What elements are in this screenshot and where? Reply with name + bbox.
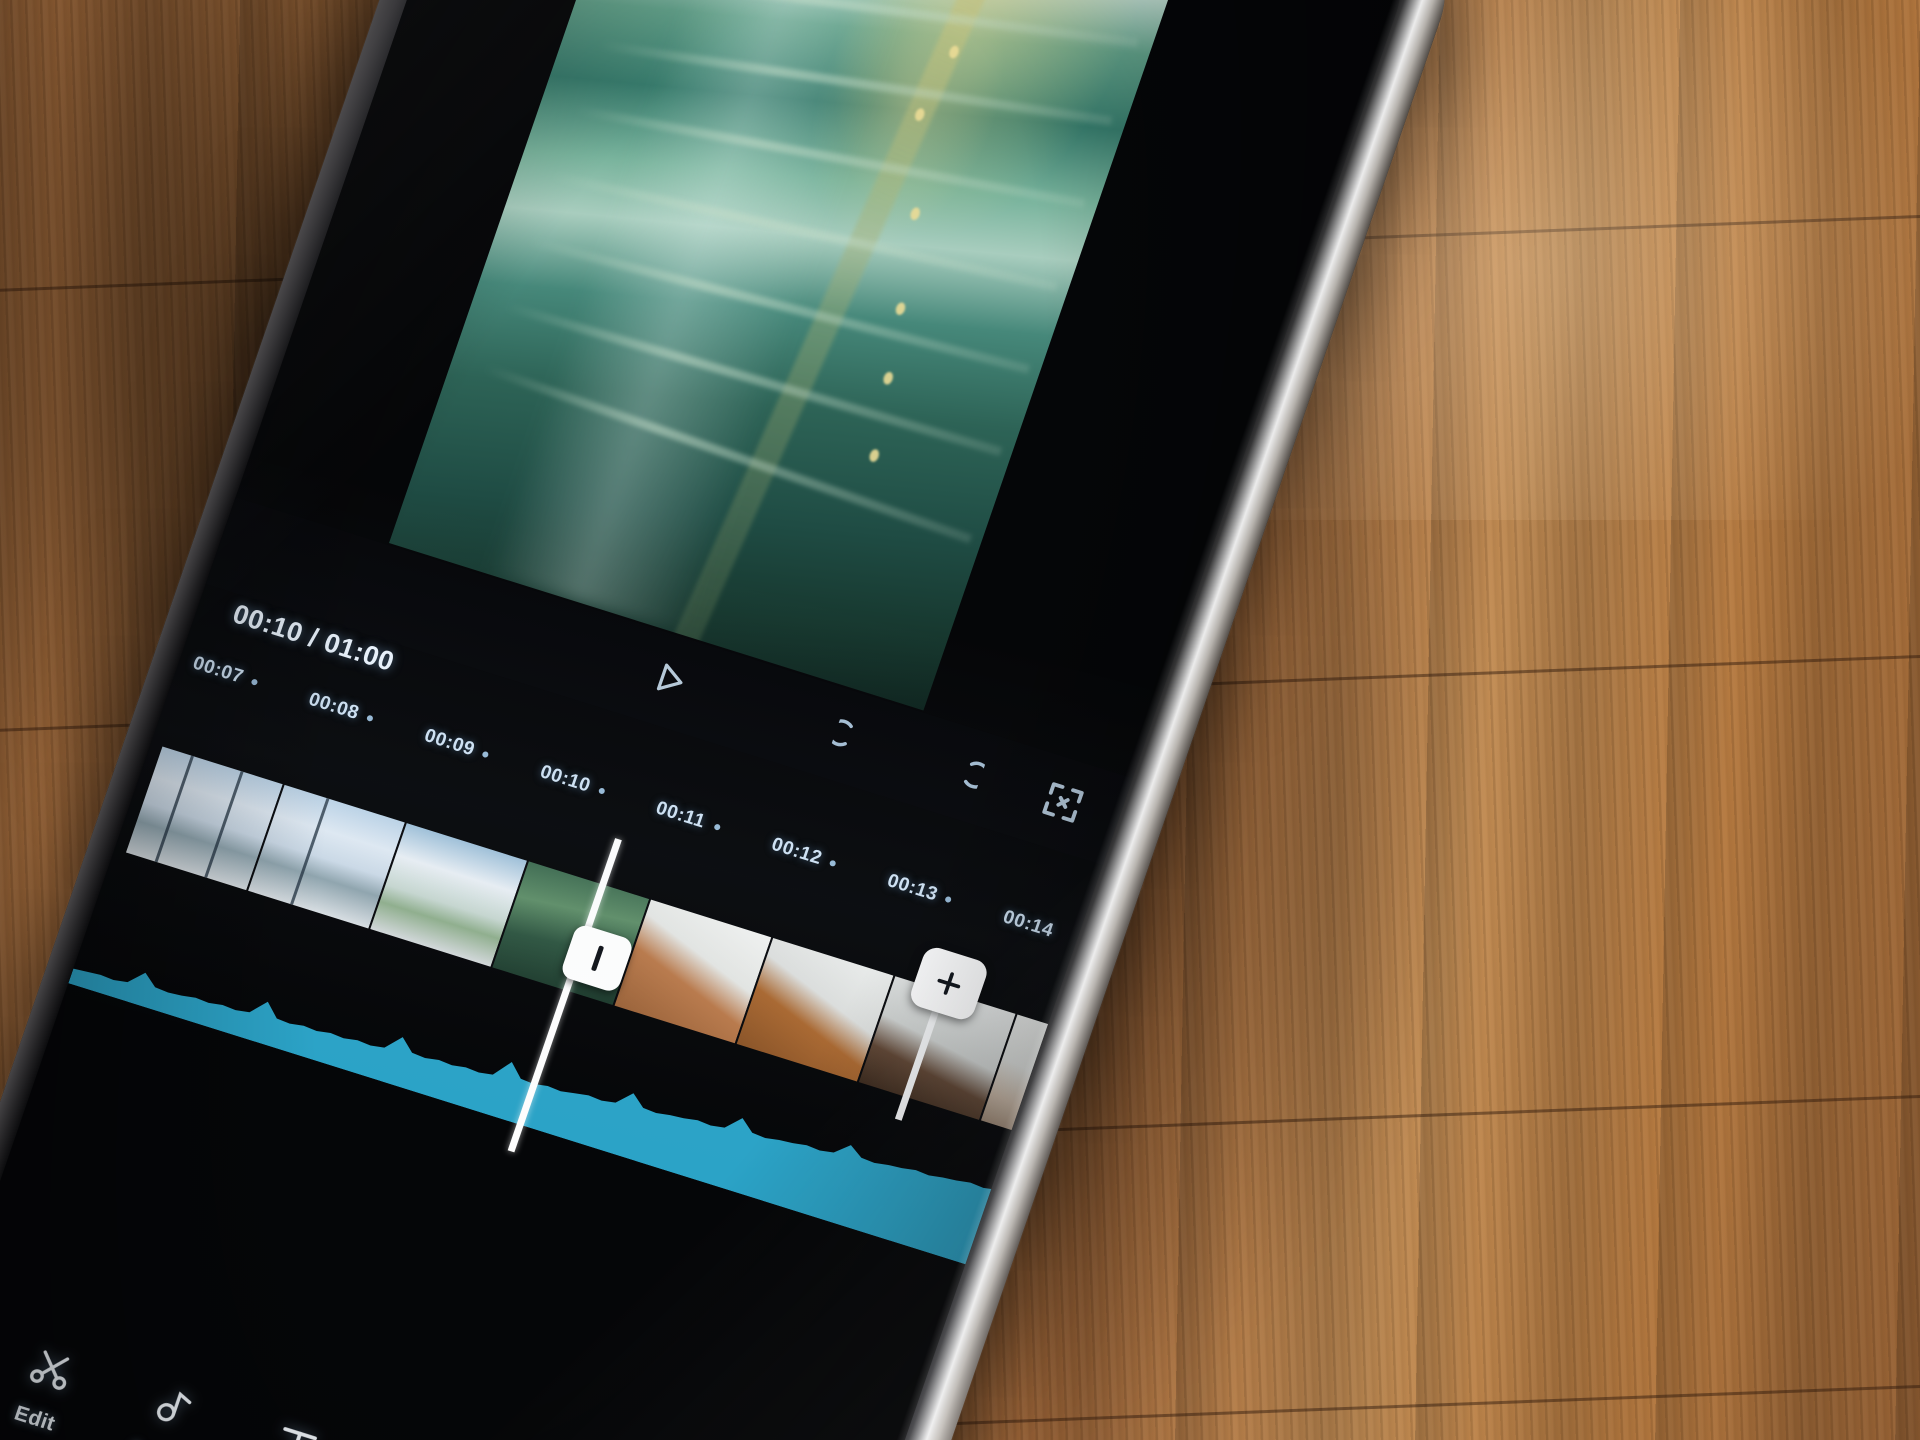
fullscreen-icon [1042,781,1084,823]
bottom-toolbar[interactable]: Edit Audio Text [0,1256,871,1440]
scissors-icon [30,1350,70,1390]
play-button[interactable] [639,650,700,712]
ruler-tick-dot [944,895,953,904]
ruler-tick [597,787,606,795]
ruler-tick [481,750,490,759]
ruler-tick: 00:08 [306,689,362,725]
leaf-speck [909,205,923,221]
ruler-tick-dot [365,714,374,723]
plus-icon [937,972,961,995]
ruler-tick-dot [250,678,258,686]
leaf-speck [894,301,908,317]
music-note-icon [156,1391,192,1422]
ruler-tick [250,678,258,686]
ruler-tick-label: 00:08 [305,688,362,725]
ruler-tick [365,714,374,723]
ruler-tick: 00:09 [421,725,478,761]
ruler-tick: 00:12 [768,833,825,870]
ruler-tick-label: 00:12 [768,833,825,870]
ruler-tick: 00:07 [190,653,246,689]
ruler-tick: 00:10 [537,761,593,797]
ruler-tick-dot [713,823,721,831]
ruler-tick: 00:13 [884,870,941,906]
ruler-tick-label: 00:13 [884,870,941,906]
player-right-icons [827,710,1091,834]
ruler-tick: 00:11 [653,798,708,834]
ruler-tick-label: 00:07 [190,652,247,688]
play-icon [657,663,683,690]
ruler-tick [828,859,837,868]
toolbar-label: Edit [11,1401,58,1436]
ruler-tick-dot [597,787,606,795]
ruler-tick-dot [481,750,490,759]
ruler-tick-label: 00:11 [653,797,709,833]
ruler-tick-label: 00:09 [421,725,478,761]
undo-button[interactable] [827,710,885,770]
redo-icon [964,761,990,789]
ruler-tick [713,823,721,831]
redo-button[interactable] [930,742,990,802]
text-t-icon [283,1427,317,1440]
fullscreen-button[interactable] [1033,775,1091,835]
ruler-tick: 00:14 [1000,906,1056,942]
leaf-speck [882,370,896,386]
leaf-speck [867,448,881,464]
ruler-tick-dot [828,859,837,868]
ruler-tick-label: 00:10 [537,761,594,797]
ruler-tick [944,895,953,904]
ruler-tick-label: 00:14 [1000,906,1057,942]
undo-icon [827,718,854,746]
photo-scene: 00:10 / 01:00 00:07 00:08 00:09 00:10 00:11 0… [0,0,1920,1440]
